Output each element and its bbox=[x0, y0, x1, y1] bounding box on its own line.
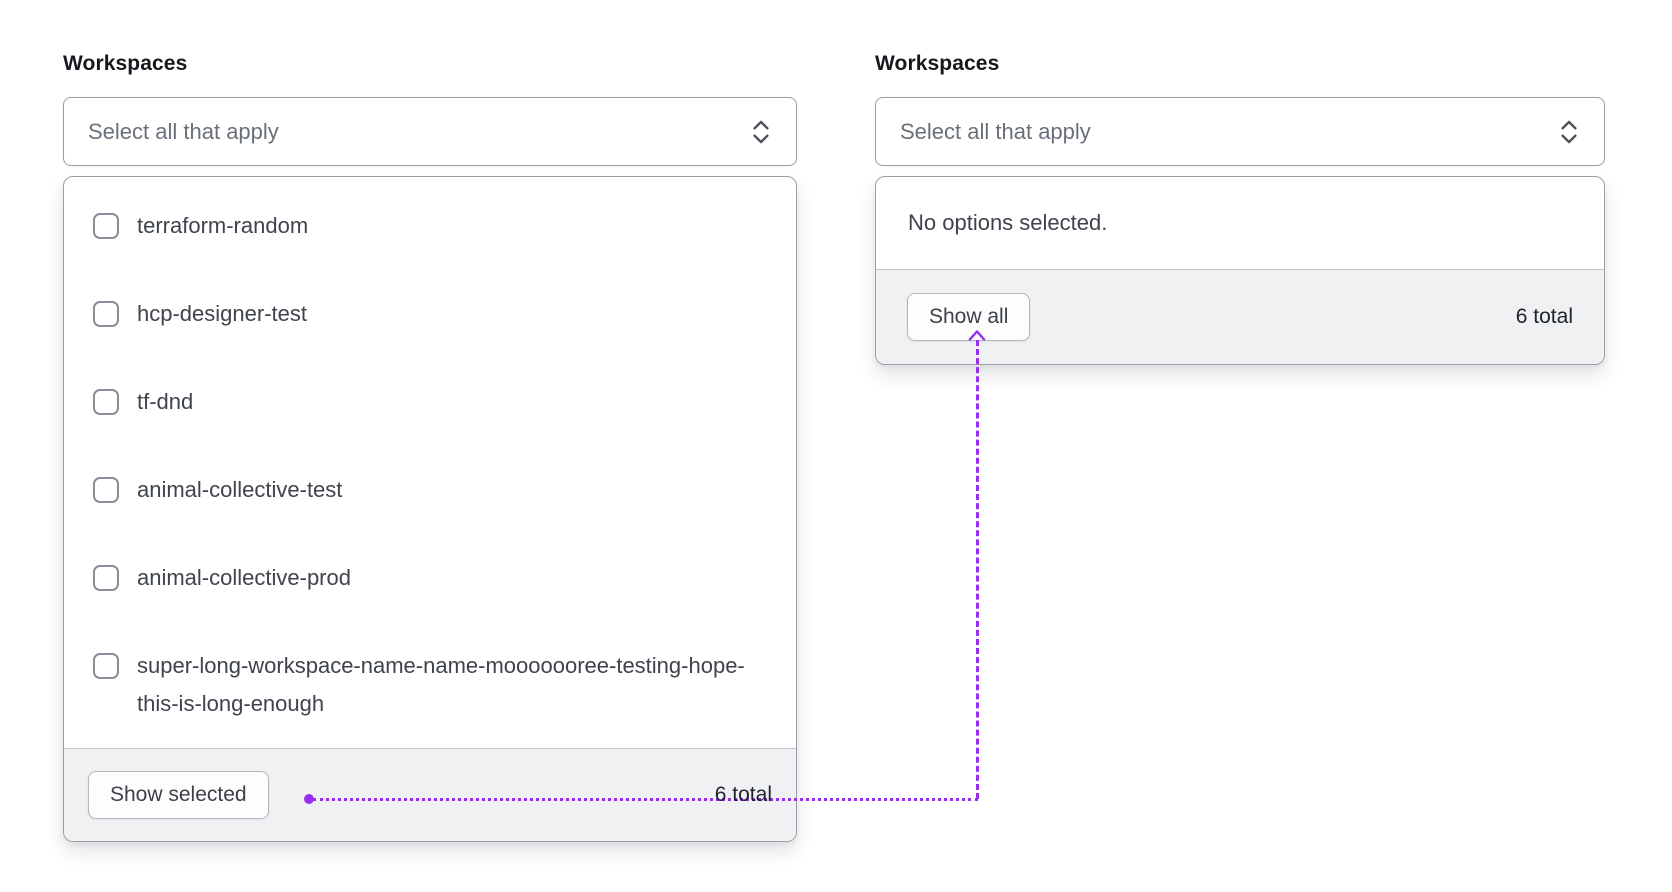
option-row[interactable]: animal-collective-test bbox=[93, 446, 772, 534]
annotation-connector-line bbox=[313, 798, 978, 801]
option-checkbox[interactable] bbox=[93, 213, 119, 239]
option-row[interactable]: super-long-workspace-name-name-moooooore… bbox=[93, 622, 772, 748]
multiselect-trigger[interactable]: Select all that apply bbox=[63, 97, 797, 166]
option-row[interactable]: terraform-random bbox=[93, 182, 772, 270]
caret-sort-icon bbox=[753, 120, 769, 143]
workspaces-multiselect-expanded: Workspaces Select all that apply terrafo… bbox=[63, 50, 797, 842]
option-row[interactable]: hcp-designer-test bbox=[93, 270, 772, 358]
options-listbox: terraform-random hcp-designer-test tf-dn… bbox=[64, 177, 796, 748]
workspaces-multiselect-empty: Workspaces Select all that apply No opti… bbox=[875, 50, 1605, 365]
show-selected-button[interactable]: Show selected bbox=[88, 771, 269, 819]
option-checkbox[interactable] bbox=[93, 301, 119, 327]
option-checkbox[interactable] bbox=[93, 653, 119, 679]
option-label: hcp-designer-test bbox=[137, 301, 307, 326]
multiselect-trigger[interactable]: Select all that apply bbox=[875, 97, 1605, 166]
annotation-connector-line bbox=[976, 340, 979, 799]
option-row[interactable]: animal-collective-prod bbox=[93, 534, 772, 622]
option-row[interactable]: tf-dnd bbox=[93, 358, 772, 446]
total-count: 6 total bbox=[714, 783, 772, 806]
field-label: Workspaces bbox=[875, 52, 1000, 75]
dropdown-footer: Show all 6 total bbox=[876, 269, 1604, 364]
arrow-up-icon bbox=[968, 330, 986, 341]
caret-sort-icon bbox=[1561, 120, 1577, 143]
option-label: animal-collective-test bbox=[137, 477, 343, 502]
trigger-placeholder: Select all that apply bbox=[88, 118, 279, 144]
option-label: animal-collective-prod bbox=[137, 565, 351, 590]
options-dropdown: terraform-random hcp-designer-test tf-dn… bbox=[63, 176, 797, 842]
option-label: terraform-random bbox=[137, 213, 309, 238]
trigger-placeholder: Select all that apply bbox=[900, 118, 1091, 144]
field-label: Workspaces bbox=[63, 52, 188, 75]
option-label: tf-dnd bbox=[137, 389, 194, 414]
option-checkbox[interactable] bbox=[93, 389, 119, 415]
option-checkbox[interactable] bbox=[93, 477, 119, 503]
option-label: super-long-workspace-name-name-moooooore… bbox=[137, 653, 745, 716]
page: Workspaces Select all that apply terrafo… bbox=[0, 0, 1672, 892]
total-count: 6 total bbox=[1515, 305, 1573, 328]
dropdown-footer: Show selected 6 total bbox=[64, 748, 796, 841]
empty-state-text: No options selected. bbox=[908, 210, 1108, 235]
option-checkbox[interactable] bbox=[93, 565, 119, 591]
